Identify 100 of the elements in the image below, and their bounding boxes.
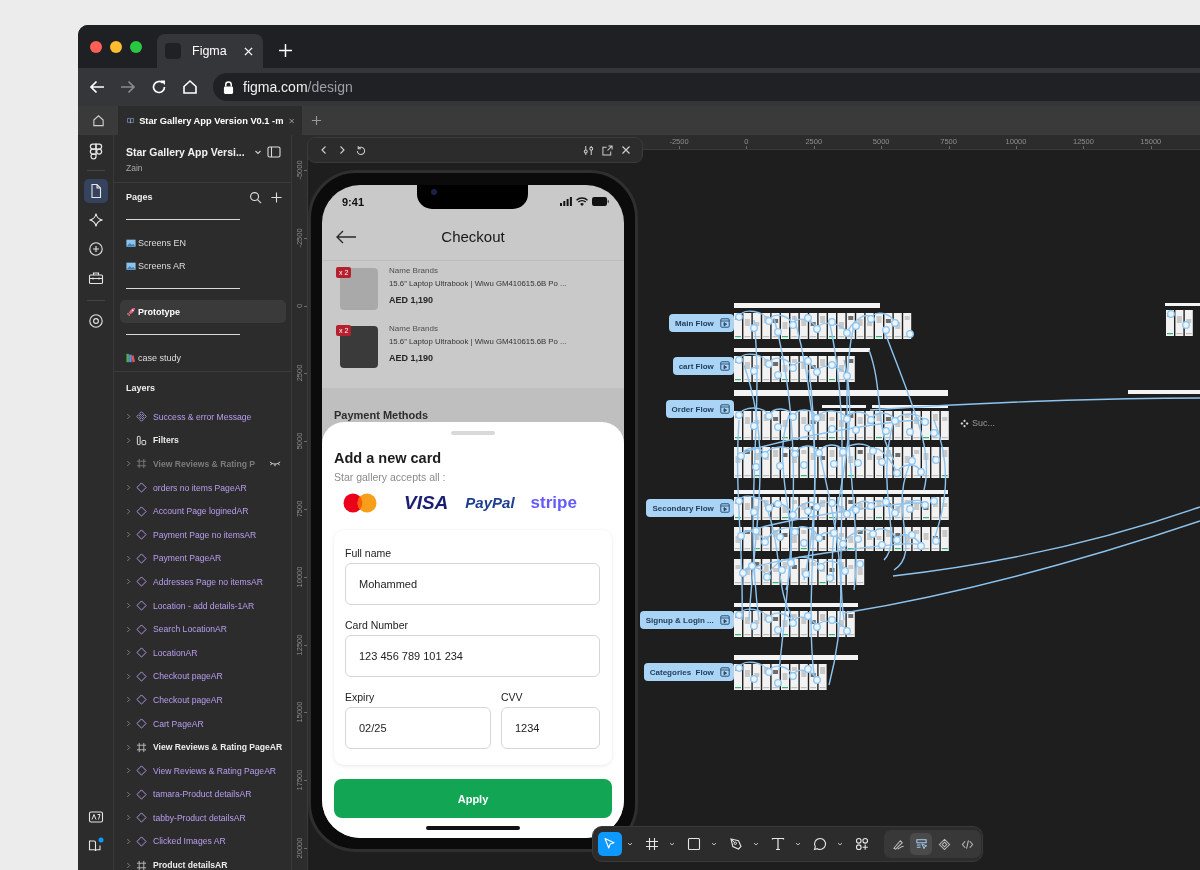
layout-icon	[136, 434, 147, 446]
diamond-icon	[136, 482, 147, 494]
product-price: AED 1,190	[389, 353, 435, 364]
forward-arrow-icon[interactable]	[120, 79, 136, 95]
layer-name[interactable]: Payment Page no itemsAR	[153, 529, 257, 540]
page-item[interactable]: case study	[120, 346, 286, 369]
field-label: Card Number	[345, 619, 410, 631]
back-arrow-icon[interactable]	[335, 229, 357, 244]
layer-name[interactable]: Checkout pageAR	[153, 671, 223, 682]
layer-name[interactable]: Addresses Page no itemsAR	[153, 576, 263, 587]
caret-icon[interactable]	[626, 840, 634, 848]
layer-name[interactable]: tabby-Product detailsAR	[153, 812, 246, 823]
product-brand: Name Brands	[389, 266, 439, 276]
product-price: AED 1,190	[389, 295, 435, 306]
layer-name[interactable]: Account Page loginedAR	[153, 506, 249, 517]
section-title: Payment Methods	[334, 409, 429, 421]
cursor-icon	[603, 837, 617, 851]
external-link-icon[interactable]	[602, 144, 613, 156]
text-field[interactable]: 123 456 789 101 234	[345, 635, 600, 677]
prototype-mode-button[interactable]	[910, 833, 932, 855]
close-window-icon[interactable]	[90, 40, 102, 53]
sparkle-icon	[87, 212, 104, 228]
layer-name[interactable]: Search LocationAR	[153, 624, 228, 635]
text-field[interactable]: 1234	[501, 707, 600, 749]
layer-name[interactable]: orders no items PageAR	[153, 482, 247, 493]
text-field[interactable]: 02/25	[345, 707, 491, 749]
book-icon[interactable]	[87, 837, 104, 853]
hash-icon	[136, 741, 147, 753]
move-tool-button[interactable]	[598, 832, 622, 856]
chevron-left-icon[interactable]	[319, 145, 329, 155]
sidebar-toggle-icon[interactable]	[267, 145, 281, 159]
photo-placeholder	[340, 326, 378, 368]
minimize-window-icon[interactable]	[110, 40, 122, 53]
caret-icon[interactable]	[836, 840, 844, 848]
layer-name[interactable]: View Reviews & Rating PageAR	[153, 742, 283, 753]
close-icon[interactable]	[621, 145, 631, 155]
layer-name[interactable]: LocationAR	[153, 647, 198, 658]
file-tab[interactable]: Star Gallery App Version V0.1 -m	[118, 106, 302, 135]
layer-name[interactable]: Filters	[153, 435, 179, 446]
maximize-window-icon[interactable]	[130, 40, 142, 53]
diamond-icon	[136, 718, 147, 729]
page-item[interactable]: Prototype	[120, 300, 286, 323]
flow-starting-point[interactable]: Categories Flow	[643, 663, 734, 681]
field-label: Expiry	[345, 691, 376, 703]
caret-icon[interactable]	[668, 840, 676, 848]
layer-name[interactable]: Cart PageAR	[153, 718, 204, 729]
file-name[interactable]: Star Gallery App Versi...	[126, 146, 245, 158]
battery-icon	[592, 197, 609, 206]
browser-tab[interactable]: Figma	[157, 34, 263, 68]
status-time: 9:41	[342, 195, 365, 208]
field-label: Full name	[345, 547, 393, 559]
section-title: Layers	[125, 382, 157, 394]
text-field[interactable]: Mohammed	[345, 563, 600, 605]
list-cursor-icon	[914, 837, 928, 851]
caret-icon[interactable]	[794, 840, 802, 848]
reload-icon[interactable]	[151, 79, 167, 95]
chevron-right-icon[interactable]	[337, 145, 347, 155]
flow-starting-point[interactable]: Order Flow	[665, 400, 734, 418]
diamond-icon	[136, 694, 147, 706]
wifi-icon	[576, 197, 588, 206]
flow-starting-point[interactable]: Signup & Login ...	[639, 611, 734, 629]
page-item[interactable]: Screens AR	[120, 254, 286, 277]
sheet-title: Add a new card	[334, 449, 443, 467]
diamond-icon	[136, 836, 147, 847]
toolbox-icon	[87, 270, 104, 286]
shapes-grid-icon	[855, 837, 869, 851]
drag-handle[interactable]	[451, 431, 495, 435]
layer-name[interactable]: Location - add details-1AR	[153, 600, 255, 611]
layer-name[interactable]: View Reviews & Rating PageAR	[153, 765, 277, 776]
eye-closed-icon[interactable]	[269, 460, 281, 468]
field-label: CVV	[501, 691, 524, 703]
target-icon	[87, 313, 104, 329]
flow-starting-point[interactable]: cart Flow	[672, 357, 734, 375]
flow-starting-point[interactable]: Secondary Flow	[646, 499, 734, 517]
caret-icon[interactable]	[752, 840, 760, 848]
layer-name[interactable]: tamara-Product detailsAR	[153, 789, 252, 800]
layer-name[interactable]: Success & error Message	[153, 411, 252, 422]
sliders-icon[interactable]	[583, 144, 594, 156]
caret-icon[interactable]	[710, 840, 718, 848]
restart-icon[interactable]	[355, 144, 366, 156]
text-box-icon[interactable]	[87, 809, 104, 825]
caret-icon[interactable]	[253, 148, 262, 156]
search-icon[interactable]	[249, 190, 262, 204]
hash-icon	[136, 458, 147, 470]
flow-starting-point[interactable]: Main Flow	[669, 314, 734, 332]
layer-name[interactable]: Payment PageAR	[153, 553, 222, 564]
url-field[interactable]: figma.com/design	[213, 73, 1200, 101]
page-item[interactable]: Screens EN	[120, 231, 286, 254]
play-square-icon	[720, 318, 730, 328]
layer-name[interactable]: Product detailsAR	[153, 860, 228, 870]
component-icon	[960, 418, 969, 428]
file-tool-button[interactable]	[83, 179, 108, 203]
overlapping-circles-icon	[343, 493, 377, 513]
home-icon[interactable]	[91, 114, 105, 127]
payment-logo: stripe	[530, 492, 577, 514]
play-square-icon	[720, 615, 730, 625]
layer-name[interactable]: Checkout pageAR	[153, 694, 223, 705]
component-name[interactable]: Suc...	[972, 418, 995, 428]
layer-name[interactable]: Clicked Images AR	[153, 836, 226, 847]
diamond-icon	[136, 765, 147, 777]
